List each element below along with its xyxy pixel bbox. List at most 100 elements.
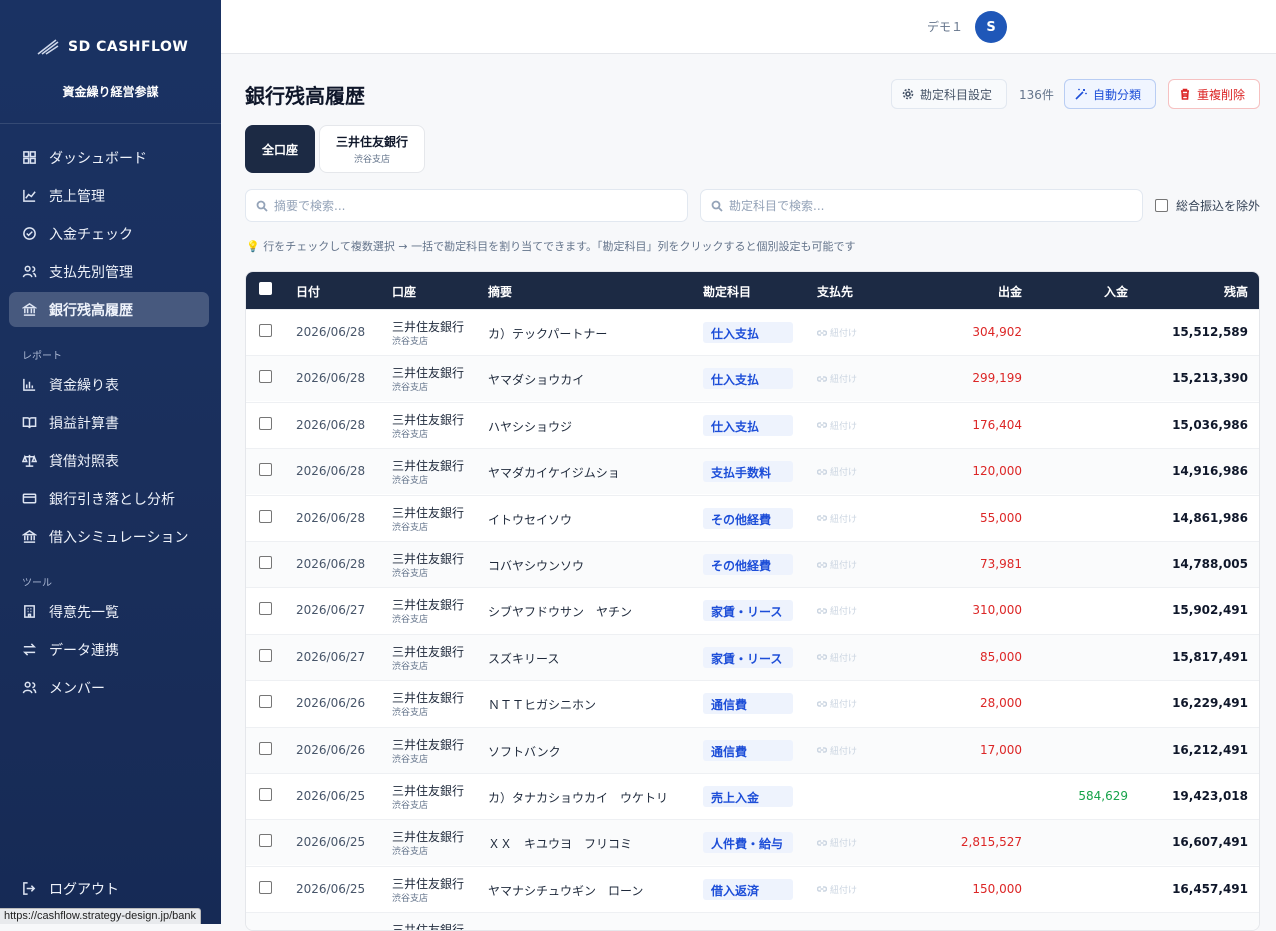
row-category-badge[interactable]: 仕入支払 (703, 368, 793, 390)
exclude-bulk-transfer[interactable]: 総合振込を除外 (1155, 197, 1260, 214)
row-link-payee[interactable]: 紐付け (817, 883, 857, 896)
row-category-badge[interactable]: 支払手数料 (703, 461, 793, 483)
avatar[interactable]: S (975, 11, 1007, 43)
nav-balance-sheet[interactable]: 貸借対照表 (9, 443, 209, 478)
table-row[interactable]: 2026/06/28 三井住友銀行 渋谷支店 ハヤシショウジ 仕入支払 紐付け 176,40… (246, 401, 1259, 448)
nav-income-statement[interactable]: 損益計算書 (9, 405, 209, 440)
row-category-badge[interactable]: 通信費 (703, 693, 793, 715)
row-category-badge[interactable]: 家賃・リース (703, 600, 793, 622)
nav-dashboard[interactable]: ダッシュボード (9, 140, 209, 175)
col-payee[interactable]: 支払先 (817, 283, 853, 300)
row-category-badge[interactable]: その他経費 (703, 507, 793, 529)
row-balance: 15,512,589 (1172, 325, 1248, 339)
row-category-badge[interactable]: 仕入支払 (703, 322, 793, 343)
row-category-badge[interactable]: 仕入支払 (703, 414, 793, 436)
row-checkbox[interactable] (259, 324, 272, 337)
nav-payment-check[interactable]: 入金チェック (9, 216, 209, 251)
table-row[interactable]: 2026/06/26 三井住友銀行 渋谷支店 ソフトバンク 通信費 紐付け 17,000 16… (246, 726, 1259, 773)
table-row[interactable]: 2026/06/25 三井住友銀行 渋谷支店 カ）タナカショウカイ ウケトリ 売上入金 5… (246, 773, 1259, 819)
row-link-payee[interactable]: 紐付け (817, 744, 857, 757)
row-checkbox[interactable] (259, 695, 272, 709)
line-chart-icon (21, 188, 37, 204)
table-row[interactable]: 2026/06/28 三井住友銀行 渋谷支店 カ）テックパートナー 仕入支払 紐付け 304… (246, 309, 1259, 355)
description-search-input[interactable] (274, 198, 662, 213)
row-balance: 15,036,986 (1172, 417, 1248, 432)
table-row[interactable]: 三井住友銀行 (246, 912, 1259, 930)
col-category[interactable]: 勘定科目 (703, 283, 751, 300)
col-account[interactable]: 口座 (392, 283, 416, 300)
user-name[interactable]: デモ１ (927, 18, 963, 35)
row-link-payee[interactable]: 紐付け (817, 836, 857, 849)
row-link-payee[interactable]: 紐付け (817, 604, 857, 617)
row-link-payee[interactable]: 紐付け (817, 558, 857, 571)
link-icon (817, 422, 827, 429)
row-category-badge[interactable]: 借入返済 (703, 878, 793, 900)
nav-members[interactable]: メンバー (9, 670, 209, 705)
nav-payee-management[interactable]: 支払先別管理 (9, 254, 209, 289)
nav-bank-history[interactable]: 銀行残高履歴 (9, 292, 209, 327)
tab-bank-account[interactable]: 三井住友銀行 渋谷支店 (319, 125, 425, 173)
description-search[interactable] (245, 189, 688, 222)
nav-customers[interactable]: 得意先一覧 (9, 594, 209, 629)
brand-logo[interactable]: SD CASHFLOW (36, 38, 188, 56)
row-link-payee[interactable]: 紐付け (817, 372, 857, 385)
nav-cashflow-table[interactable]: 資金繰り表 (9, 367, 209, 402)
row-balance: 16,229,491 (1172, 696, 1248, 711)
table-row[interactable]: 2026/06/28 三井住友銀行 渋谷支店 ヤマダショウカイ 仕入支払 紐付け 299,1… (246, 355, 1259, 402)
auto-classify-button[interactable]: 自動分類 (1064, 79, 1156, 109)
row-balance: 16,457,491 (1172, 881, 1248, 896)
account-settings-button[interactable]: 勘定科目設定 (891, 79, 1007, 109)
row-category-badge[interactable]: 通信費 (703, 739, 793, 761)
row-link-payee[interactable]: 紐付け (817, 326, 857, 339)
col-balance[interactable]: 残高 (1224, 283, 1248, 300)
select-all-checkbox[interactable] (259, 282, 272, 295)
table-row[interactable]: 2026/06/25 三井住友銀行 渋谷支店 ＸＸ キユウヨ フリコミ 人件費・給与 紐付… (246, 819, 1259, 866)
row-checkbox[interactable] (259, 602, 272, 616)
row-link-payee[interactable]: 紐付け (817, 419, 857, 432)
row-date: 2026/06/28 (296, 464, 366, 479)
row-link-payee[interactable]: 紐付け (817, 465, 857, 478)
row-link-payee[interactable]: 紐付け (817, 512, 857, 525)
row-checkbox[interactable] (259, 788, 272, 801)
nav-debit-analysis[interactable]: 銀行引き落とし分析 (9, 481, 209, 516)
row-category-badge[interactable]: その他経費 (703, 554, 793, 575)
row-checkbox[interactable] (259, 370, 272, 384)
row-checkbox[interactable] (259, 880, 272, 894)
row-category-badge[interactable]: 売上入金 (703, 786, 793, 807)
dedupe-button[interactable]: 重複削除 (1168, 79, 1260, 109)
nav-loan-simulation[interactable]: 借入シミュレーション (9, 519, 209, 554)
row-checkbox[interactable] (259, 463, 272, 477)
row-category-badge[interactable]: 家賃・リース (703, 646, 793, 668)
table-row[interactable]: 2026/06/28 三井住友銀行 渋谷支店 イトウセイソウ その他経費 紐付け 55,00… (246, 494, 1259, 541)
col-inflow[interactable]: 入金 (1104, 283, 1128, 300)
table-row[interactable]: 2026/06/28 三井住友銀行 渋谷支店 ヤマダカイケイジムショ 支払手数料 紐付け 1… (246, 448, 1259, 495)
table-row[interactable]: 2026/06/26 三井住友銀行 渋谷支店 ＮＴＴヒガシニホン 通信費 紐付け 28,00… (246, 680, 1259, 726)
table-row[interactable]: 2026/06/25 三井住友銀行 渋谷支店 ヤマナシチュウギン ローン 借入返済 紐付け… (246, 865, 1259, 912)
row-link-payee[interactable]: 紐付け (817, 697, 857, 710)
account-search-input[interactable] (729, 198, 1117, 213)
col-outflow[interactable]: 出金 (998, 283, 1022, 300)
account-search[interactable] (700, 189, 1143, 222)
row-link-payee[interactable]: 紐付け (817, 651, 857, 664)
col-description[interactable]: 摘要 (488, 283, 512, 300)
row-checkbox[interactable] (259, 648, 272, 662)
row-category-badge[interactable]: 人件費・給与 (703, 832, 793, 854)
row-branch: 渋谷支店 (392, 476, 429, 487)
link-label: 紐付け (830, 700, 858, 711)
table-row[interactable]: 2026/06/27 三井住友銀行 渋谷支店 シブヤフドウサン ヤチン 家賃・リース 紐付… (246, 587, 1259, 633)
row-balance: 19,423,018 (1172, 789, 1248, 803)
table-row[interactable]: 2026/06/28 三井住友銀行 渋谷支店 コバヤシウンソウ その他経費 紐付け 73,9… (246, 541, 1259, 587)
logout-button[interactable]: ログアウト (9, 871, 209, 906)
exclude-checkbox[interactable] (1155, 199, 1168, 212)
nav-data-integration[interactable]: データ連携 (9, 632, 209, 667)
row-checkbox[interactable] (259, 741, 272, 755)
users-icon (21, 264, 37, 280)
tab-all-accounts[interactable]: 全口座 (245, 125, 315, 173)
table-row[interactable]: 2026/06/27 三井住友銀行 渋谷支店 スズキリース 家賃・リース 紐付け 85,00… (246, 633, 1259, 680)
row-checkbox[interactable] (259, 834, 272, 848)
row-checkbox[interactable] (259, 509, 272, 523)
row-checkbox[interactable] (259, 416, 272, 430)
nav-sales[interactable]: 売上管理 (9, 178, 209, 213)
row-checkbox[interactable] (259, 556, 272, 569)
col-date[interactable]: 日付 (296, 283, 320, 300)
